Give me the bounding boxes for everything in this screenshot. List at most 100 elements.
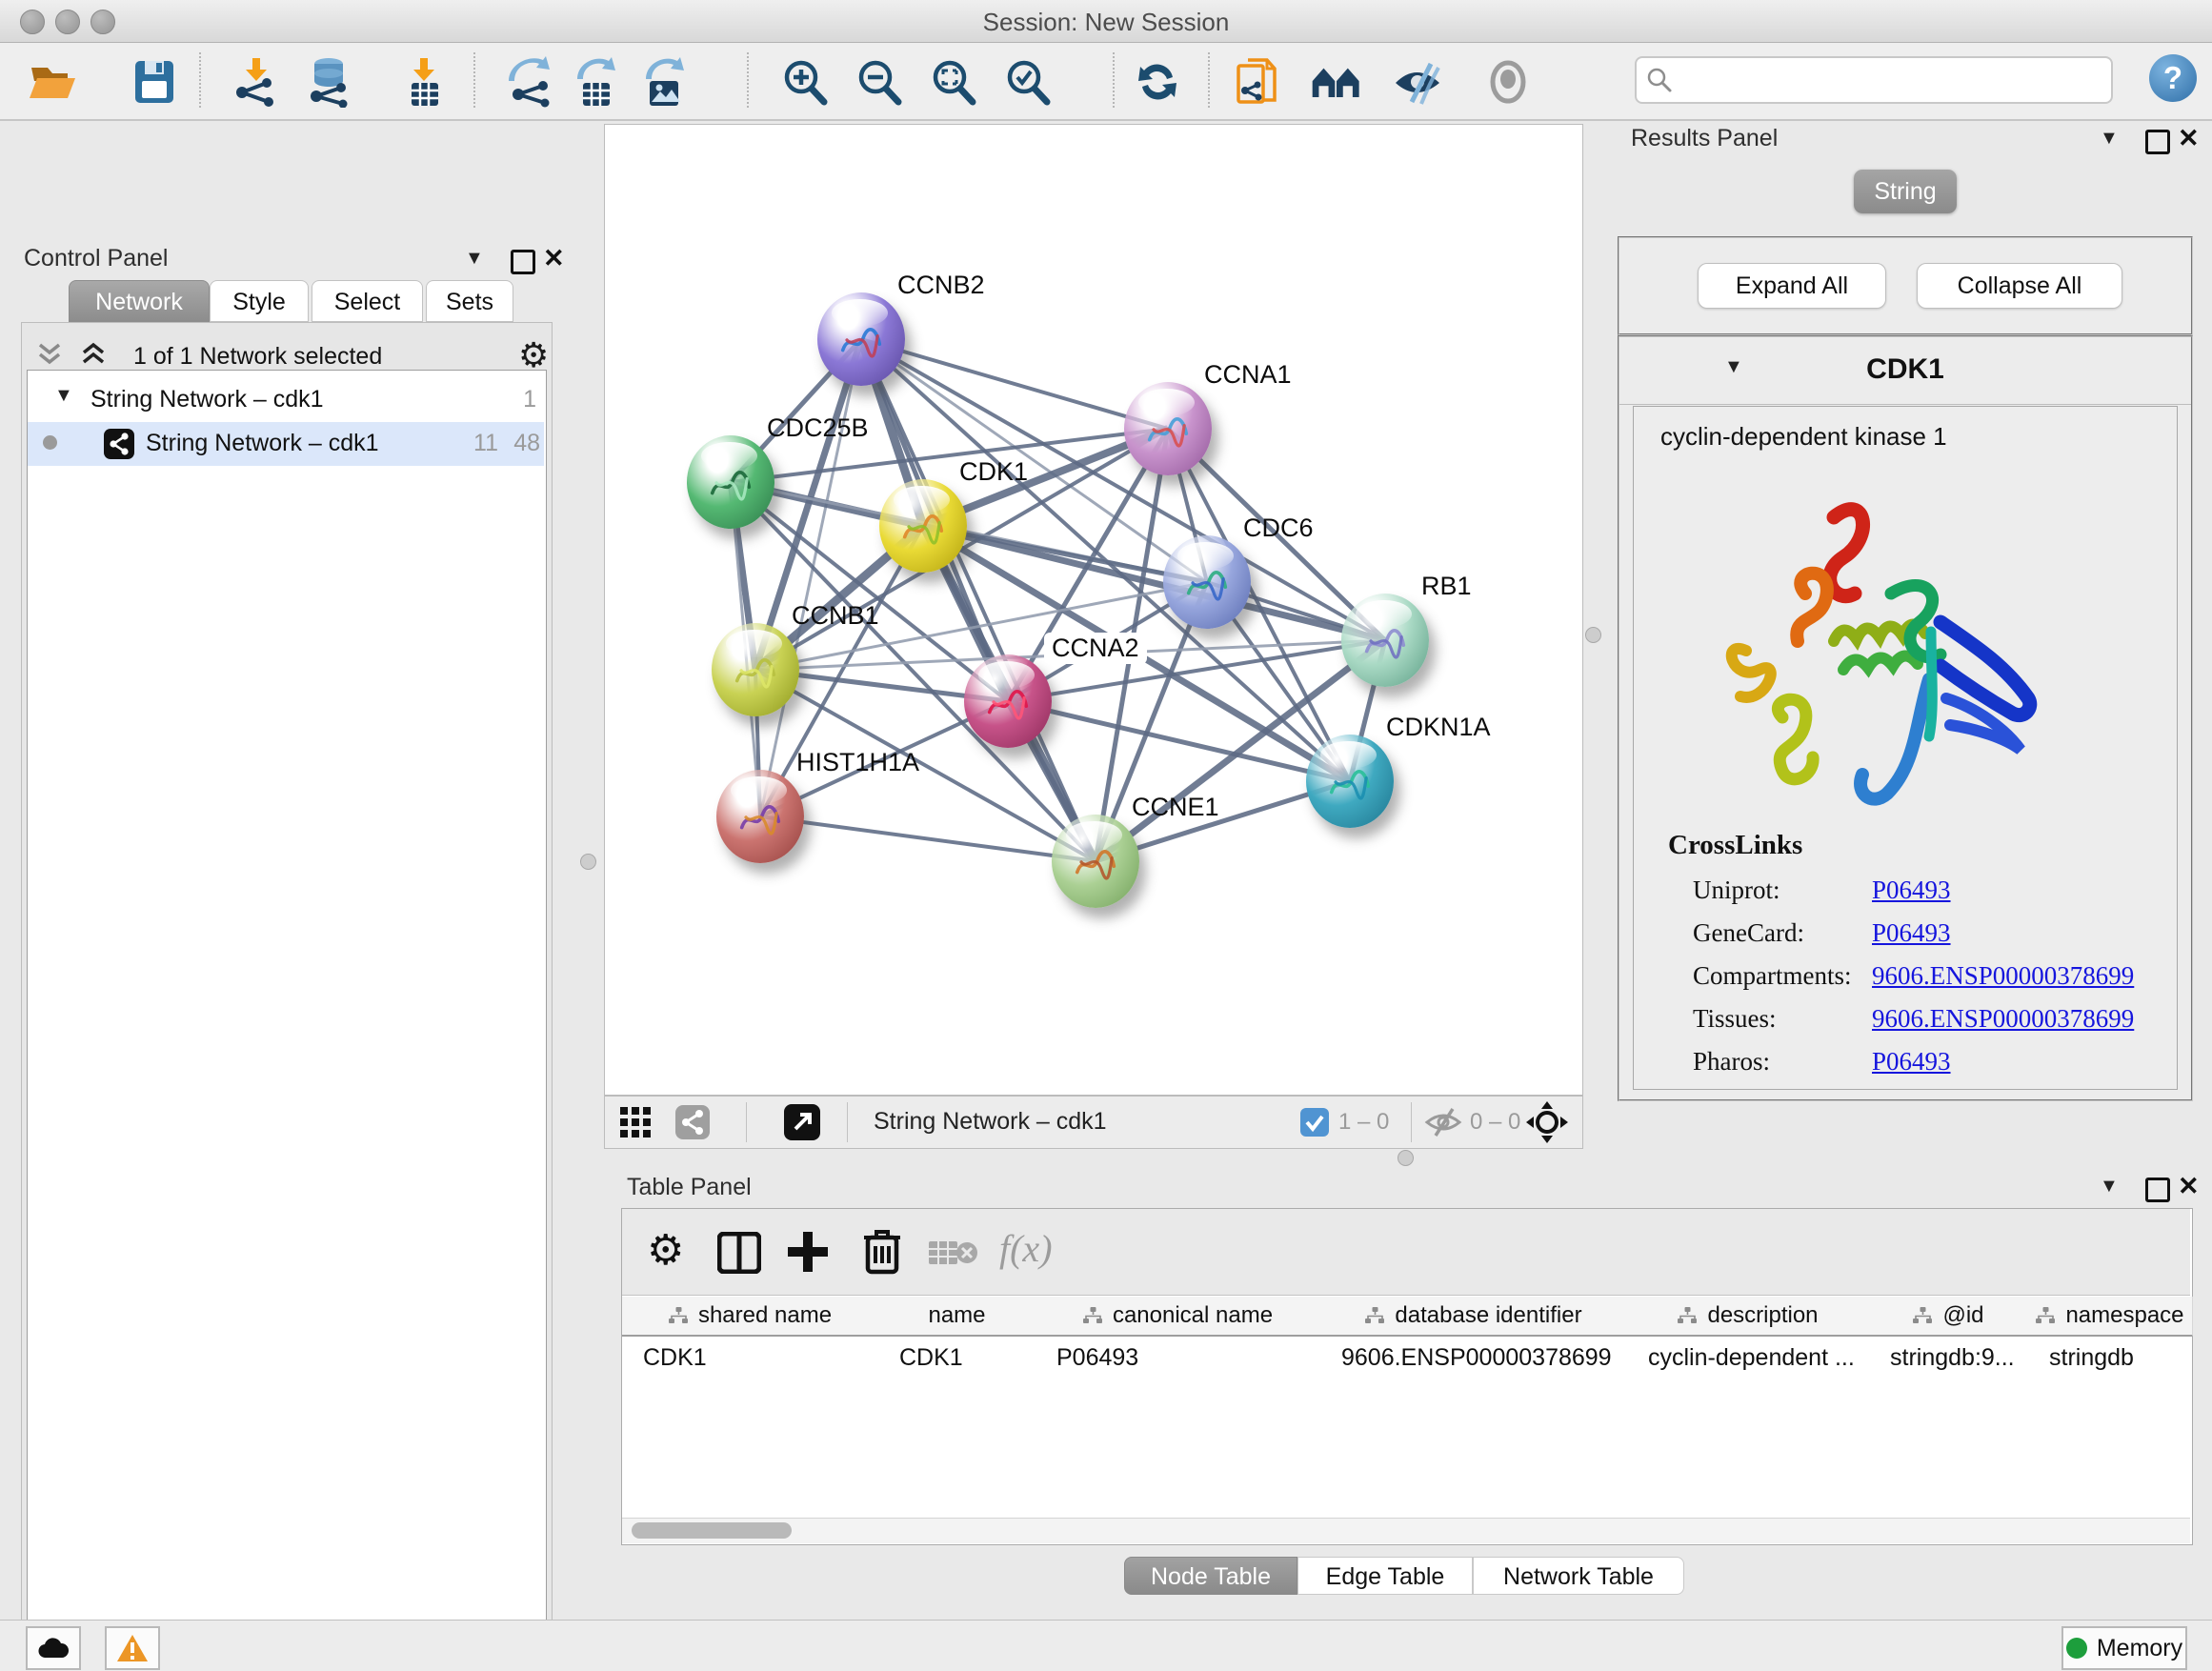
network-node-ccne1[interactable] — [1052, 815, 1139, 908]
expand-all-button[interactable]: Expand All — [1698, 263, 1886, 309]
tab-select[interactable]: Select — [312, 280, 423, 322]
tab-sets[interactable]: Sets — [426, 280, 513, 322]
tab-network[interactable]: Network — [69, 280, 210, 322]
tab-network-table[interactable]: Network Table — [1473, 1557, 1684, 1595]
table-panel-menu-icon[interactable]: ▼ — [2100, 1176, 2119, 1198]
network-node-ccnb1[interactable] — [712, 623, 799, 716]
control-panel-float-icon[interactable] — [511, 250, 535, 274]
collection-expand-icon[interactable]: ▼ — [54, 385, 73, 407]
memory-button[interactable]: Memory — [2061, 1626, 2187, 1670]
network-node-ccnb2[interactable] — [817, 292, 905, 386]
results-panel-float-icon[interactable] — [2145, 130, 2170, 154]
protein-structure-image — [1691, 479, 2049, 837]
show-columns-icon[interactable] — [717, 1232, 761, 1274]
network-nodes-layer: CCNB2CCNA1CDC25BCDK1CDC6RB1CCNB1CCNA2CDK… — [605, 125, 1582, 1095]
crosslink-link[interactable]: P06493 — [1872, 876, 1951, 905]
node-label-ccnb2: CCNB2 — [897, 271, 985, 300]
results-tab-string[interactable]: String — [1854, 170, 1957, 213]
network-node-ccna2[interactable] — [964, 654, 1052, 748]
tab-edge-table[interactable]: Edge Table — [1297, 1557, 1473, 1595]
node-label-ccna2: CCNA2 — [1044, 633, 1147, 664]
table-panel-float-icon[interactable] — [2145, 1178, 2170, 1202]
toolbar-separator — [747, 52, 749, 108]
table-cell[interactable]: P06493 — [1036, 1337, 1320, 1379]
collapse-all-chevron-icon[interactable] — [36, 341, 70, 370]
delete-column-icon[interactable] — [862, 1228, 902, 1276]
zoom-fit-icon[interactable] — [928, 56, 979, 108]
export-network-icon[interactable] — [505, 56, 556, 108]
network-row-selected[interactable]: String Network – cdk1 11 48 — [28, 422, 544, 466]
network-view-canvas[interactable]: CCNB2CCNA1CDC25BCDK1CDC6RB1CCNB1CCNA2CDK… — [604, 124, 1583, 1096]
string-home-neighbors-icon[interactable] — [1311, 56, 1362, 108]
network-node-cdc6[interactable] — [1163, 535, 1251, 629]
network-collection-row[interactable]: ▼ String Network – cdk1 1 — [28, 378, 544, 422]
toolbar-search-input[interactable] — [1635, 56, 2113, 104]
expand-all-chevron-icon[interactable] — [80, 341, 114, 370]
toolbar-separator — [1113, 52, 1115, 108]
tab-style[interactable]: Style — [210, 280, 309, 322]
window-title: Session: New Session — [0, 8, 2212, 37]
share-network-gray-icon[interactable] — [675, 1105, 710, 1139]
network-node-hist1h1a[interactable] — [716, 770, 804, 863]
cloud-status-button[interactable] — [26, 1626, 81, 1670]
table-hscrollbar-thumb[interactable] — [632, 1522, 792, 1539]
crosslink-link[interactable]: P06493 — [1872, 1047, 1951, 1077]
right-splitter-handle[interactable] — [1585, 627, 1601, 643]
node-label-cdc25b: CDC25B — [767, 413, 869, 443]
table-cell[interactable]: stringdb:9... — [1869, 1337, 2028, 1379]
table-cell[interactable]: cyclin-dependent ... — [1627, 1337, 1869, 1379]
table-cell[interactable]: stringdb — [2028, 1337, 2192, 1379]
table-data-row[interactable]: CDK1CDK1P064939606.ENSP00000378699cyclin… — [622, 1297, 2190, 1382]
add-column-icon[interactable] — [786, 1230, 830, 1274]
table-settings-gear-icon[interactable]: ⚙ — [647, 1226, 684, 1275]
network-share-icon — [104, 429, 134, 459]
table-hscrollbar[interactable] — [622, 1518, 2190, 1543]
toolbar-separator — [1208, 52, 1210, 108]
string-documents-icon[interactable] — [1233, 56, 1284, 108]
tab-node-table[interactable]: Node Table — [1124, 1557, 1297, 1595]
results-panel-title: Results Panel — [1631, 125, 1778, 152]
node-structure-thumbnail — [727, 644, 784, 701]
pan-crosshair-icon[interactable] — [1525, 1100, 1569, 1144]
warnings-button[interactable] — [105, 1626, 160, 1670]
import-network-database-icon[interactable] — [303, 56, 354, 108]
export-table-icon[interactable] — [570, 56, 621, 108]
network-node-rb1[interactable] — [1341, 594, 1429, 687]
zoom-selected-icon[interactable] — [1002, 56, 1054, 108]
zoom-in-icon[interactable] — [779, 56, 831, 108]
left-splitter-handle[interactable] — [580, 854, 596, 870]
zoom-out-icon[interactable] — [854, 56, 905, 108]
crosslink-link[interactable]: P06493 — [1872, 918, 1951, 948]
table-cell[interactable]: CDK1 — [878, 1337, 1036, 1379]
open-in-new-window-icon[interactable] — [784, 1104, 820, 1140]
crosslink-link[interactable]: 9606.ENSP00000378699 — [1872, 1004, 2134, 1034]
collapse-all-button[interactable]: Collapse All — [1917, 263, 2122, 309]
network-node-cdk1[interactable] — [879, 479, 967, 573]
network-node-cdc25b[interactable] — [687, 435, 774, 529]
birdseye-grid-icon[interactable] — [620, 1107, 653, 1137]
refresh-layout-icon[interactable] — [1132, 56, 1183, 108]
hidden-eye-slash-icon[interactable] — [1424, 1106, 1462, 1138]
save-session-icon[interactable] — [129, 56, 180, 108]
table-panel-close-icon[interactable]: ✕ — [2178, 1172, 2200, 1201]
import-network-file-icon[interactable] — [231, 56, 282, 108]
table-cell[interactable]: 9606.ENSP00000378699 — [1320, 1337, 1627, 1379]
node-structure-thumbnail — [1139, 403, 1196, 460]
node-structure-thumbnail — [1321, 755, 1378, 813]
help-button[interactable]: ? — [2149, 54, 2197, 102]
table-cell[interactable]: CDK1 — [622, 1337, 878, 1379]
crosslink-link[interactable]: 9606.ENSP00000378699 — [1872, 961, 2134, 991]
network-node-ccna1[interactable] — [1124, 382, 1212, 475]
bottom-splitter-handle[interactable] — [1398, 1150, 1414, 1166]
open-session-icon[interactable] — [27, 56, 78, 108]
results-panel-close-icon[interactable]: ✕ — [2178, 124, 2200, 153]
results-panel-menu-icon[interactable]: ▼ — [2100, 128, 2119, 150]
control-panel-menu-icon[interactable]: ▼ — [465, 248, 484, 270]
import-table-file-icon[interactable] — [398, 56, 450, 108]
export-image-icon[interactable] — [638, 56, 690, 108]
selected-checkbox-icon[interactable] — [1300, 1108, 1329, 1137]
hide-glass-eye-icon[interactable] — [1393, 56, 1444, 108]
control-panel-close-icon[interactable]: ✕ — [543, 244, 565, 273]
results-entry-header[interactable]: ▼ CDK1 — [1619, 337, 2191, 405]
network-node-cdkn1a[interactable] — [1306, 735, 1394, 828]
